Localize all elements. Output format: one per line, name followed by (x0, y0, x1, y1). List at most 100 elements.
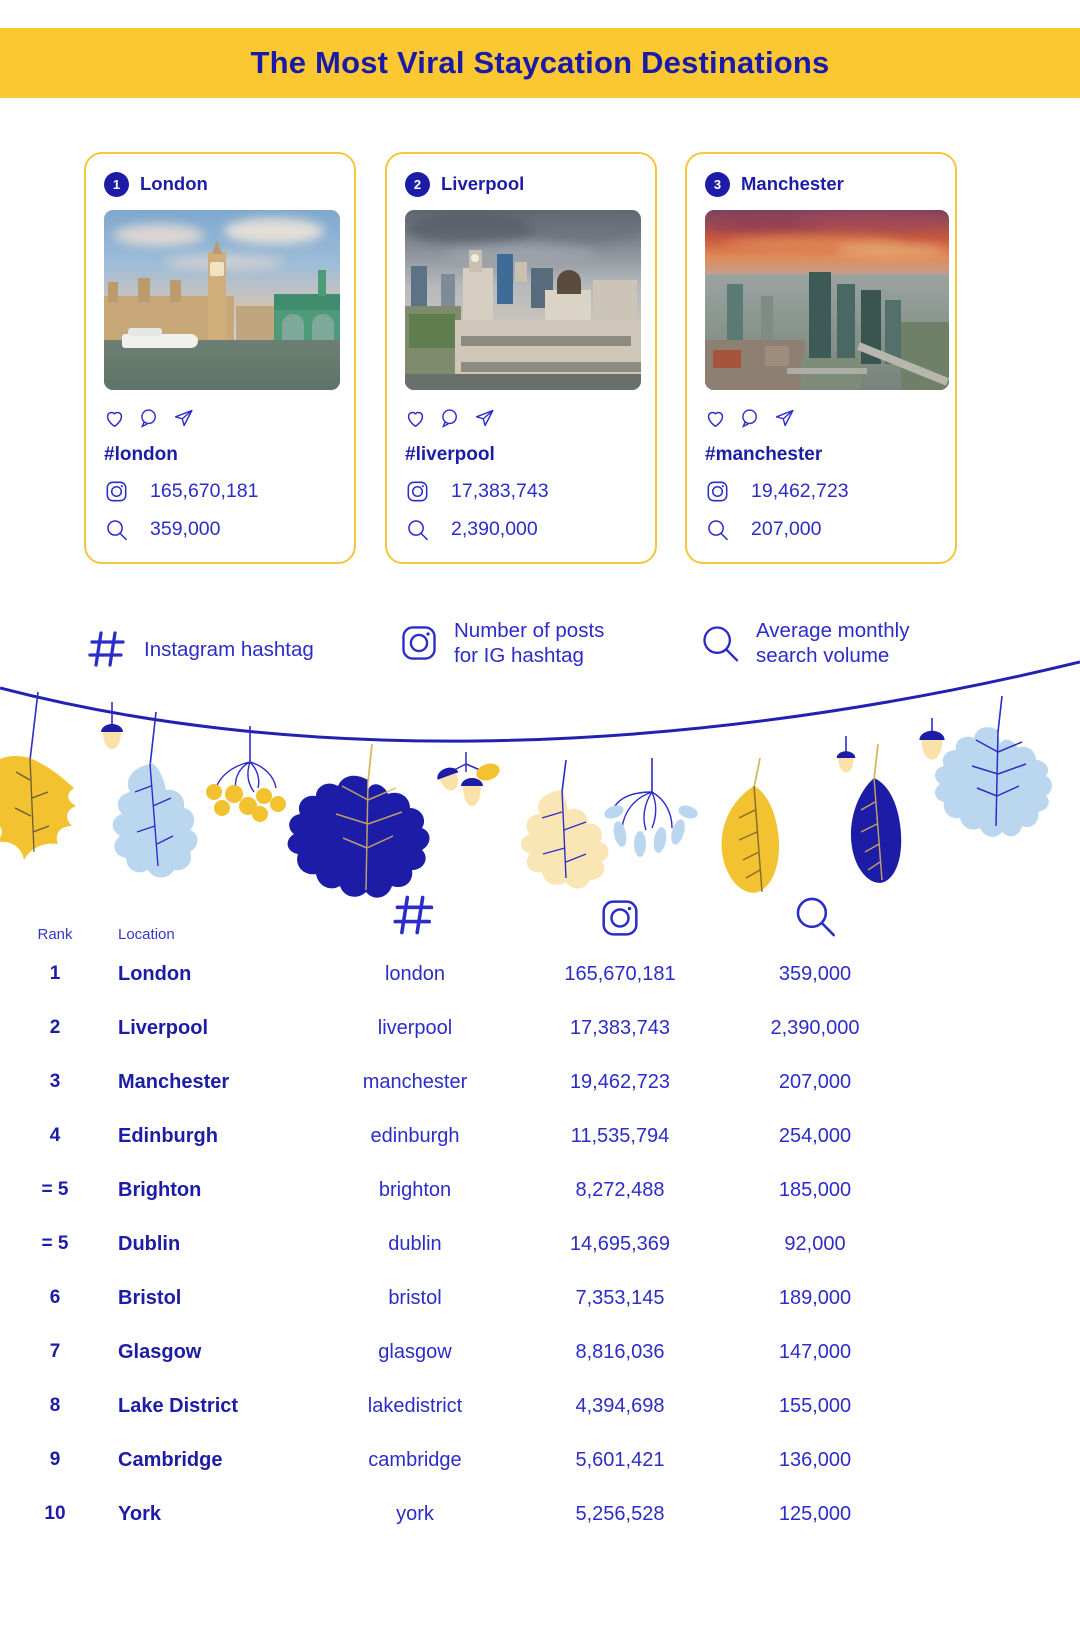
destination-photo-liverpool (405, 210, 641, 390)
table-header-row: Rank Location (0, 885, 1080, 947)
card-post-count: 165,670,181 (104, 478, 336, 504)
cell-hashtag: london (384, 962, 446, 985)
card-header: 1 London (104, 170, 336, 198)
cell-hashtag: manchester (362, 1070, 468, 1093)
cell-rank: 7 (49, 1341, 61, 1362)
cell-hashtag: brighton (378, 1178, 452, 1201)
cell-location: London (118, 962, 192, 985)
card-city-name: Liverpool (441, 173, 525, 194)
cell-location: Brighton (118, 1178, 202, 1201)
rank-badge: 2 (405, 171, 430, 197)
post-actions[interactable] (405, 406, 637, 430)
autumn-garland-decoration (0, 640, 1080, 900)
cell-location: Edinburgh (118, 1124, 218, 1147)
post-actions[interactable] (104, 406, 336, 430)
seeds-lightblue (604, 758, 698, 857)
comment-icon[interactable] (440, 408, 460, 428)
card-hashtag: #liverpool (405, 444, 495, 465)
table-row: 8 Lake District lakedistrict 4,394,698 155,0… (0, 1379, 1080, 1433)
cell-rank: 2 (49, 1017, 61, 1038)
instagram-icon (705, 480, 729, 503)
leaf-yellow-1 (0, 691, 76, 860)
destination-card-manchester[interactable]: 3 Manchester #manchester 19,462,723 207,… (685, 152, 957, 564)
cell-location: Bristol (118, 1286, 182, 1309)
comment-icon[interactable] (740, 408, 760, 428)
cell-hashtag: edinburgh (370, 1124, 460, 1147)
cell-search-volume: 92,000 (784, 1232, 846, 1255)
table-row: 1 London london 165,670,181 359,000 (0, 947, 1080, 1001)
like-heart-icon[interactable] (104, 409, 125, 428)
cell-location: York (118, 1502, 161, 1525)
table-row: 7 Glasgow glasgow 8,816,036 147,000 (0, 1325, 1080, 1379)
acorn-4 (919, 718, 945, 760)
card-post-count: 17,383,743 (405, 478, 637, 504)
instagram-icon (104, 480, 128, 503)
column-header-hashtag (310, 892, 520, 943)
cell-hashtag: cambridge (368, 1448, 462, 1471)
like-heart-icon[interactable] (705, 409, 726, 428)
hashtag-icon (393, 892, 437, 943)
leaf-navy-2 (850, 743, 902, 883)
card-search-volume: 359,000 (104, 516, 336, 542)
cell-rank: 9 (49, 1449, 61, 1470)
cell-rank: 8 (49, 1395, 61, 1416)
search-icon (705, 518, 729, 541)
cell-post-count: 19,462,723 (569, 1070, 671, 1093)
search-icon (405, 518, 429, 541)
cell-search-volume: 125,000 (778, 1502, 852, 1525)
cell-location: Manchester (118, 1070, 230, 1093)
table-row: 10 York york 5,256,528 125,000 (0, 1487, 1080, 1541)
card-post-count: 19,462,723 (705, 478, 937, 504)
cell-hashtag: dublin (388, 1232, 442, 1255)
leaf-yellow-2 (721, 757, 780, 893)
comment-icon[interactable] (139, 408, 159, 428)
cell-search-volume: 359,000 (778, 962, 852, 985)
cell-post-count: 8,272,488 (575, 1178, 665, 1201)
cell-hashtag: bristol (388, 1286, 442, 1309)
card-header: 3 Manchester (705, 170, 937, 198)
destination-card-london[interactable]: 1 London #london 165,670,181 359,000 (84, 152, 356, 564)
rankings-table: Rank Location 1 London london 165,670,181 35… (0, 885, 1080, 1541)
search-icon (104, 518, 128, 541)
leaf-cream-1 (521, 759, 609, 889)
leaf-lightblue-1 (112, 711, 198, 878)
cell-rank: 3 (49, 1071, 61, 1092)
card-hashtag: #london (104, 444, 178, 465)
header-banner: The Most Viral Staycation Destinations (0, 28, 1080, 98)
cell-rank: 6 (49, 1287, 61, 1308)
cell-post-count: 8,816,036 (575, 1340, 665, 1363)
like-heart-icon[interactable] (405, 409, 426, 428)
destination-card-liverpool[interactable]: 2 Liverpool #liverpool 17,383,743 2,390,… (385, 152, 657, 564)
post-actions[interactable] (705, 406, 937, 430)
cell-location: Glasgow (118, 1340, 202, 1363)
acorn-3 (836, 736, 856, 773)
cell-post-count: 5,601,421 (575, 1448, 665, 1471)
acorn-1 (101, 702, 123, 749)
cell-hashtag: york (396, 1502, 434, 1525)
rank-badge: 3 (705, 171, 730, 197)
cell-search-volume: 136,000 (778, 1448, 852, 1471)
share-send-icon[interactable] (173, 408, 194, 428)
cell-rank: = 5 (41, 1233, 69, 1254)
table-row: 2 Liverpool liverpool 17,383,743 2,390,000 (0, 1001, 1080, 1055)
column-header-search (720, 894, 910, 943)
legend-label-line1: Average monthly (756, 619, 910, 642)
card-search-volume: 207,000 (705, 516, 937, 542)
search-icon (793, 894, 837, 943)
share-send-icon[interactable] (474, 408, 495, 428)
search-volume-value: 2,390,000 (451, 517, 538, 540)
cell-location: Lake District (118, 1394, 239, 1417)
destination-photo-manchester (705, 210, 949, 390)
post-count-value: 17,383,743 (451, 479, 549, 502)
cell-post-count: 165,670,181 (564, 962, 676, 985)
cell-hashtag: lakedistrict (367, 1394, 463, 1417)
cell-location: Dublin (118, 1232, 181, 1255)
cell-hashtag: glasgow (378, 1340, 452, 1363)
column-header-location: Location (118, 926, 175, 943)
cell-post-count: 17,383,743 (569, 1016, 671, 1039)
table-row: 6 Bristol bristol 7,353,145 189,000 (0, 1271, 1080, 1325)
share-send-icon[interactable] (774, 408, 795, 428)
cell-rank: = 5 (41, 1179, 69, 1200)
cell-search-volume: 254,000 (778, 1124, 852, 1147)
column-header-rank: Rank (37, 926, 73, 943)
